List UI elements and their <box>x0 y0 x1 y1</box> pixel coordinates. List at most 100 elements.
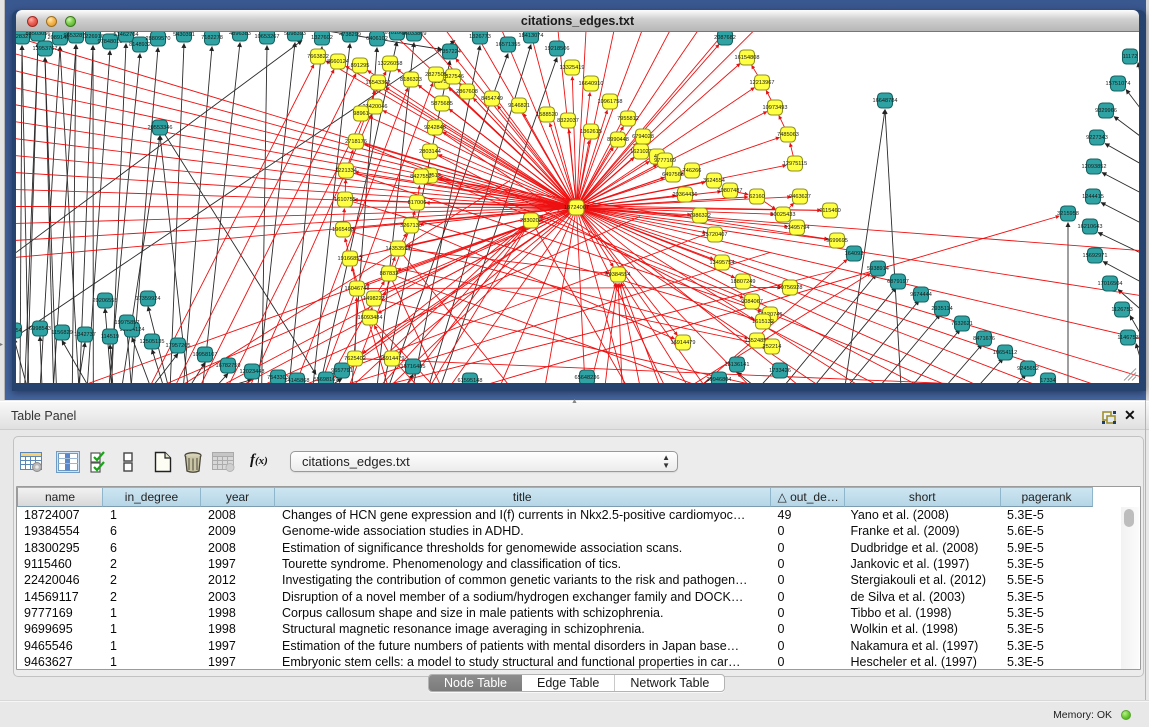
svg-text:5875685: 5875685 <box>431 101 453 107</box>
svg-text:29946804: 29946804 <box>707 377 732 383</box>
svg-text:8660124: 8660124 <box>327 59 349 65</box>
svg-text:1362615: 1362615 <box>580 129 602 135</box>
svg-text:10756928: 10756928 <box>778 285 803 291</box>
svg-text:2827505: 2827505 <box>425 72 447 78</box>
svg-text:15751074: 15751074 <box>1106 81 1131 87</box>
svg-text:13226058: 13226058 <box>378 61 403 67</box>
svg-text:1156829: 1156829 <box>51 330 72 336</box>
svg-text:2718176: 2718176 <box>345 139 367 145</box>
svg-text:9245652: 9245652 <box>1017 366 1039 372</box>
svg-text:8322037: 8322037 <box>557 118 579 124</box>
svg-text:20553346: 20553346 <box>148 125 173 131</box>
svg-text:16914479: 16914479 <box>671 340 696 346</box>
svg-text:15136141: 15136141 <box>725 362 750 368</box>
svg-text:3624554: 3624554 <box>703 178 725 184</box>
svg-text:19975857: 19975857 <box>115 320 140 326</box>
svg-text:16543362: 16543362 <box>366 80 391 86</box>
svg-text:1221334: 1221334 <box>335 168 357 174</box>
svg-text:2867608: 2867608 <box>456 89 478 95</box>
svg-text:17334: 17334 <box>1040 378 1056 383</box>
svg-text:1244415: 1244415 <box>1082 194 1104 200</box>
svg-text:114519: 114519 <box>101 334 119 340</box>
svg-text:9699695: 9699695 <box>826 238 848 244</box>
svg-text:20206555: 20206555 <box>93 298 118 304</box>
svg-text:10961758: 10961758 <box>598 99 623 105</box>
svg-text:887832: 887832 <box>380 271 399 277</box>
svg-text:9084067: 9084067 <box>741 299 763 305</box>
svg-text:9227343: 9227343 <box>1086 135 1108 141</box>
svg-text:12505135: 12505135 <box>140 339 165 345</box>
svg-text:19384554: 19384554 <box>606 272 631 278</box>
svg-text:20364436: 20364436 <box>673 192 698 198</box>
svg-text:1146753: 1146753 <box>1117 335 1138 341</box>
svg-text:252214: 252214 <box>763 344 782 350</box>
svg-text:98961: 98961 <box>353 111 369 117</box>
svg-text:10807487: 10807487 <box>718 188 743 194</box>
svg-text:13325419: 13325419 <box>560 65 585 71</box>
svg-text:14353594: 14353594 <box>386 246 411 252</box>
svg-text:9463627: 9463627 <box>789 194 811 200</box>
svg-text:15716485: 15716485 <box>401 364 426 370</box>
svg-text:12975115: 12975115 <box>783 161 807 167</box>
svg-text:1621022: 1621022 <box>630 149 652 155</box>
svg-text:7625402: 7625402 <box>344 356 366 362</box>
svg-text:7357224: 7357224 <box>439 49 461 55</box>
svg-text:18413074: 18413074 <box>519 33 544 39</box>
svg-text:1342737: 1342737 <box>74 332 96 338</box>
svg-text:10973493: 10973493 <box>763 105 788 111</box>
svg-text:16154808: 16154808 <box>735 55 760 61</box>
svg-text:6879197: 6879197 <box>887 279 909 285</box>
svg-text:12023448: 12023448 <box>240 369 265 375</box>
svg-text:54145868: 54145868 <box>285 378 310 383</box>
svg-text:9242848: 9242848 <box>424 125 446 131</box>
svg-text:65648236: 65648236 <box>575 375 600 381</box>
svg-text:19166852: 19166852 <box>338 256 363 262</box>
svg-text:2803144: 2803144 <box>419 149 441 155</box>
svg-text:2935114: 2935114 <box>931 306 952 312</box>
svg-text:817006: 817006 <box>408 200 427 206</box>
svg-text:13953767: 13953767 <box>33 46 58 52</box>
svg-text:17016504: 17016504 <box>1098 281 1123 287</box>
svg-text:746266: 746266 <box>683 168 702 174</box>
svg-text:2087682: 2087682 <box>714 35 736 41</box>
svg-text:16640910: 16640910 <box>579 81 604 87</box>
svg-text:17957265: 17957265 <box>166 343 191 349</box>
svg-text:16782759: 16782759 <box>216 363 241 369</box>
svg-text:8186323: 8186323 <box>400 77 422 83</box>
svg-text:8471676: 8471676 <box>973 336 995 342</box>
svg-text:9115460: 9115460 <box>819 208 840 214</box>
svg-text:13495754: 13495754 <box>710 260 735 266</box>
svg-text:28809570: 28809570 <box>146 36 171 42</box>
svg-text:18807249: 18807249 <box>731 279 756 285</box>
svg-text:19218506: 19218506 <box>545 46 570 52</box>
svg-text:1733426: 1733426 <box>769 368 791 374</box>
svg-text:1588520: 1588520 <box>536 112 558 118</box>
svg-text:9146821: 9146821 <box>508 103 530 109</box>
svg-text:16210643: 16210643 <box>1078 224 1103 230</box>
svg-text:15692971: 15692971 <box>1083 253 1108 259</box>
svg-text:13495794: 13495794 <box>785 225 810 231</box>
svg-text:16033809: 16033809 <box>402 32 427 37</box>
svg-text:17359924: 17359924 <box>136 296 161 302</box>
svg-text:8454749: 8454749 <box>481 96 503 102</box>
svg-text:10025433: 10025433 <box>771 212 796 218</box>
svg-text:6406102: 6406102 <box>366 36 388 42</box>
svg-text:11172: 11172 <box>1123 54 1138 60</box>
svg-text:1326773: 1326773 <box>469 34 491 40</box>
svg-text:62160: 62160 <box>749 194 765 200</box>
svg-text:16046748: 16046748 <box>345 286 370 292</box>
svg-text:10653267: 10653267 <box>255 34 280 40</box>
svg-text:9657791: 9657791 <box>331 368 353 374</box>
svg-text:18724007: 18724007 <box>564 205 589 211</box>
svg-text:1610755: 1610755 <box>334 197 356 203</box>
svg-text:4738299: 4738299 <box>339 32 361 38</box>
svg-text:4896383: 4896383 <box>229 32 251 37</box>
svg-text:5098393: 5098393 <box>284 32 306 37</box>
svg-text:61595148: 61595148 <box>458 378 483 383</box>
svg-text:164093: 164093 <box>845 251 864 257</box>
svg-text:6794028: 6794028 <box>632 134 654 140</box>
svg-text:6497568: 6497568 <box>662 172 684 178</box>
svg-text:3267130: 3267130 <box>400 223 422 229</box>
svg-text:6998543: 6998543 <box>29 326 51 332</box>
svg-text:8990448: 8990448 <box>607 137 629 143</box>
